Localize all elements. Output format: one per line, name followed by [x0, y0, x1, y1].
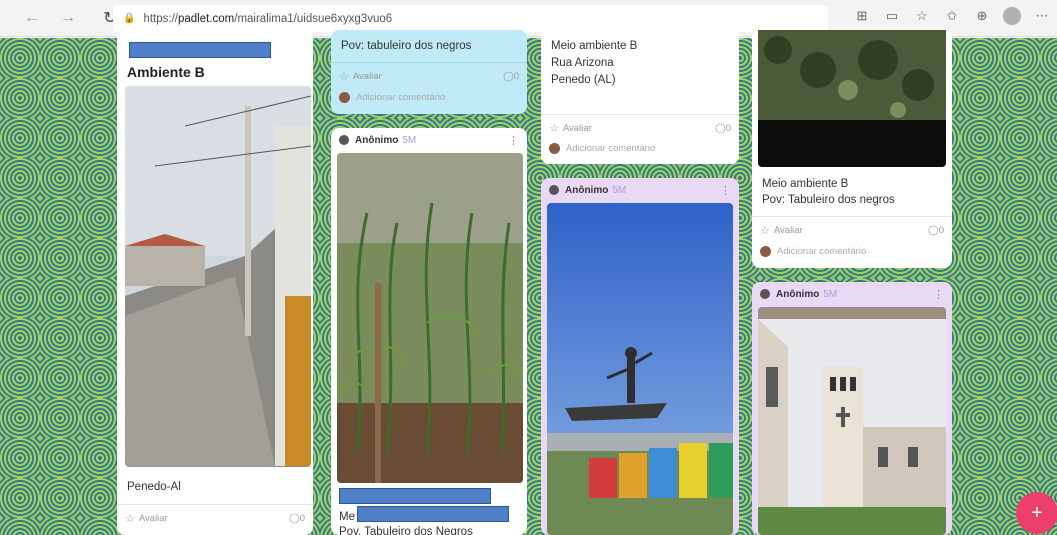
post-card-ambiente-b[interactable]: Ambiente B Penedo-Al ☆ Avaliar ◯0 [117, 30, 313, 535]
author-name: Anônimo [565, 184, 609, 196]
rate-button[interactable]: Avaliar [139, 513, 168, 524]
anon-avatar [760, 289, 770, 299]
post-header: Anônimo 5M ⋮ [331, 128, 527, 152]
collections-icon[interactable]: ⊕ [973, 7, 991, 25]
post-line: Rua Arizona [551, 57, 614, 69]
author-name: Anônimo [776, 288, 820, 300]
star-icon[interactable]: ☆ [549, 122, 559, 135]
more-icon[interactable]: ⋯ [1033, 7, 1051, 25]
apps-icon[interactable]: ⊞ [853, 7, 871, 25]
rate-button[interactable]: Avaliar [774, 225, 803, 236]
post-line: Meio ambiente B [762, 178, 849, 190]
post-line: Penedo (AL) [551, 74, 616, 86]
comment-count[interactable]: ◯0 [503, 71, 519, 82]
post-age: 5M [402, 134, 417, 146]
reaction-row: ☆ Avaliar ◯0 [339, 70, 519, 83]
post-age: 5M [823, 288, 838, 300]
divider [331, 62, 527, 63]
anon-avatar [339, 135, 349, 145]
post-card-penedo-sign[interactable]: Anônimo 5M ⋮ [541, 178, 739, 535]
commenter-avatar [760, 246, 771, 257]
post-photo-church[interactable] [758, 307, 946, 535]
add-comment-label: Adicionar comentário [356, 92, 446, 103]
post-line: Meio ambiente B [551, 40, 638, 52]
post-header: Anônimo 5M ⋮ [541, 178, 739, 202]
divider [541, 114, 739, 115]
reader-icon[interactable]: ▭ [883, 7, 901, 25]
address-bar[interactable]: 🔒 https://padlet.com/mairalima1/uidsue6x… [113, 5, 828, 32]
post-text: Pov: tabuleiro dos negros [341, 40, 472, 52]
star-icon[interactable]: ☆ [125, 512, 135, 525]
lock-icon[interactable]: 🔒 [123, 13, 135, 24]
reaction-row: ☆ Avaliar ◯0 [549, 122, 731, 135]
add-comment[interactable]: Adicionar comentário [549, 143, 655, 154]
add-comment[interactable]: Adicionar comentário [760, 246, 866, 257]
post-age: 5M [612, 184, 627, 196]
reaction-row: ☆ Avaliar ◯0 [125, 512, 305, 525]
url-prefix: https:// [143, 12, 178, 25]
divider [752, 216, 952, 217]
add-comment[interactable]: Adicionar comentário [339, 92, 445, 103]
toolbar-icons: ⊞ ▭ ☆ ✩ ⊕ ⋯ [853, 7, 1051, 25]
post-text: Me [339, 511, 355, 523]
post-card-corn[interactable]: Anônimo 5M ⋮ Me Pov. Tabuleiro dos Negro… [331, 128, 527, 535]
favorites-bar-icon[interactable]: ✩ [943, 7, 961, 25]
more-vertical-icon[interactable]: ⋮ [508, 134, 519, 147]
more-vertical-icon[interactable]: ⋮ [720, 184, 731, 197]
post-card-tabuleiro-2[interactable]: Meio ambiente B Pov: Tabuleiro dos negro… [752, 30, 952, 268]
redacted-text [339, 488, 491, 504]
commenter-avatar [549, 143, 560, 154]
post-text: Pov. Tabuleiro dos Negros [339, 526, 473, 535]
post-card-rua-arizona[interactable]: Meio ambiente B Rua Arizona Penedo (AL) … [541, 30, 739, 164]
forward-icon[interactable]: → [54, 4, 82, 32]
post-photo-corn[interactable] [337, 153, 523, 483]
add-post-button[interactable]: + [1016, 492, 1057, 534]
comment-count[interactable]: ◯0 [289, 513, 305, 524]
url-path: /mairalima1/uidsue6xyxg3vuo6 [234, 12, 393, 25]
post-photo-penedo-sign[interactable] [547, 203, 733, 535]
more-vertical-icon[interactable]: ⋮ [933, 288, 944, 301]
favorite-icon[interactable]: ☆ [913, 7, 931, 25]
post-card-church[interactable]: Anônimo 5M ⋮ [752, 282, 952, 535]
reaction-row: ☆ Avaliar ◯0 [760, 224, 944, 237]
redacted-author [129, 42, 271, 58]
post-header: Anônimo 5M ⋮ [752, 282, 952, 306]
profile-icon[interactable] [1003, 7, 1021, 25]
post-title: Ambiente B [127, 64, 205, 80]
back-icon[interactable]: ← [18, 4, 46, 32]
comment-count[interactable]: ◯0 [928, 225, 944, 236]
star-icon[interactable]: ☆ [339, 70, 349, 83]
add-comment-label: Adicionar comentário [777, 246, 867, 257]
commenter-avatar [339, 92, 350, 103]
url-host: padlet.com [177, 12, 235, 25]
post-photo-street[interactable] [125, 86, 311, 467]
redacted-text [357, 506, 509, 522]
comment-count[interactable]: ◯0 [715, 123, 731, 134]
divider [117, 504, 313, 505]
post-photo-plants[interactable] [758, 30, 946, 167]
anon-avatar [549, 185, 559, 195]
author-name: Anônimo [355, 134, 399, 146]
post-caption: Penedo-Al [127, 481, 181, 493]
rate-button[interactable]: Avaliar [563, 123, 592, 134]
post-card-tabuleiro[interactable]: Pov: tabuleiro dos negros ☆ Avaliar ◯0 A… [331, 30, 527, 114]
rate-button[interactable]: Avaliar [353, 71, 382, 82]
add-comment-label: Adicionar comentário [566, 143, 656, 154]
star-icon[interactable]: ☆ [760, 224, 770, 237]
post-line: Pov: Tabuleiro dos negros [762, 194, 895, 206]
